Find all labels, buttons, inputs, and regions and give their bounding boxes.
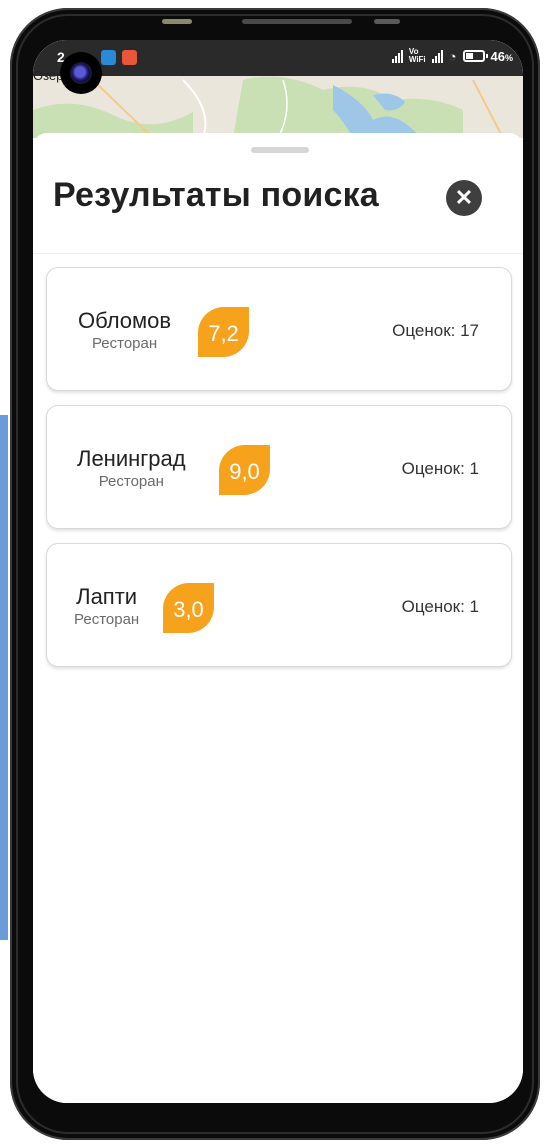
result-name-block: Лапти Ресторан [74, 584, 139, 628]
phone-screen: 2 Vo WiFi ◔ 46% Озер е Результаты поиска … [33, 40, 523, 1103]
map-view[interactable]: 2 Vo WiFi ◔ 46% Озер е [33, 40, 523, 138]
battery-percent: 46% [491, 49, 513, 64]
result-name: Обломов [78, 308, 172, 333]
video-app-notification-icon [122, 50, 137, 65]
wifi-icon: ◔ [448, 48, 457, 64]
close-button[interactable]: ✕ [446, 180, 482, 216]
sheet-drag-handle[interactable] [251, 147, 309, 153]
ratings-count: Оценок: 1 [401, 459, 479, 478]
side-strip [0, 415, 8, 940]
header-divider [33, 253, 523, 254]
rating-badge: 9,0 [219, 445, 270, 495]
result-type: Ресторан [91, 335, 158, 352]
status-bar: 2 Vo WiFi ◔ 46% [33, 40, 523, 76]
result-name: Ленинград [77, 446, 186, 471]
phone-sensor [374, 19, 400, 24]
battery-percent-unit: % [504, 52, 513, 63]
result-name-block: Обломов Ресторан [78, 308, 171, 352]
phone-earpiece [242, 19, 352, 24]
result-card-lapti[interactable]: Лапти Ресторан 3,0 Оценок: 1 [46, 543, 512, 667]
battery-icon [462, 50, 488, 62]
result-name: Лапти [76, 584, 138, 609]
sheet-title: Результаты поиска [53, 176, 379, 214]
status-indicators: Vo WiFi ◔ 46% [391, 48, 513, 64]
rating-badge: 3,0 [163, 583, 214, 633]
result-name-block: Ленинград Ресторан [77, 446, 186, 490]
result-type: Ресторан [74, 611, 140, 628]
cell-signal-2-icon [431, 49, 443, 63]
close-icon: ✕ [454, 184, 474, 210]
battery-percent-value: 46 [490, 48, 505, 64]
vowifi-indicator: Vo WiFi [409, 48, 426, 64]
app-notification-icon [101, 50, 116, 65]
front-camera [60, 52, 102, 94]
result-card-leningrad[interactable]: Ленинград Ресторан 9,0 Оценок: 1 [46, 405, 512, 529]
ratings-count: Оценок: 17 [392, 321, 479, 340]
result-card-oblomov[interactable]: Обломов Ресторан 7,2 Оценок: 17 [46, 267, 512, 391]
battery-fill [465, 53, 473, 59]
search-results-sheet: Результаты поиска ✕ Обломов Ресторан 7,2… [33, 133, 523, 1103]
vowifi-line2: WiFi [408, 55, 426, 64]
ratings-count: Оценок: 1 [401, 597, 479, 616]
phone-earpiece-left [162, 19, 192, 24]
rating-badge: 7,2 [198, 307, 249, 357]
cell-signal-icon [391, 49, 403, 63]
result-type: Ресторан [98, 473, 164, 490]
